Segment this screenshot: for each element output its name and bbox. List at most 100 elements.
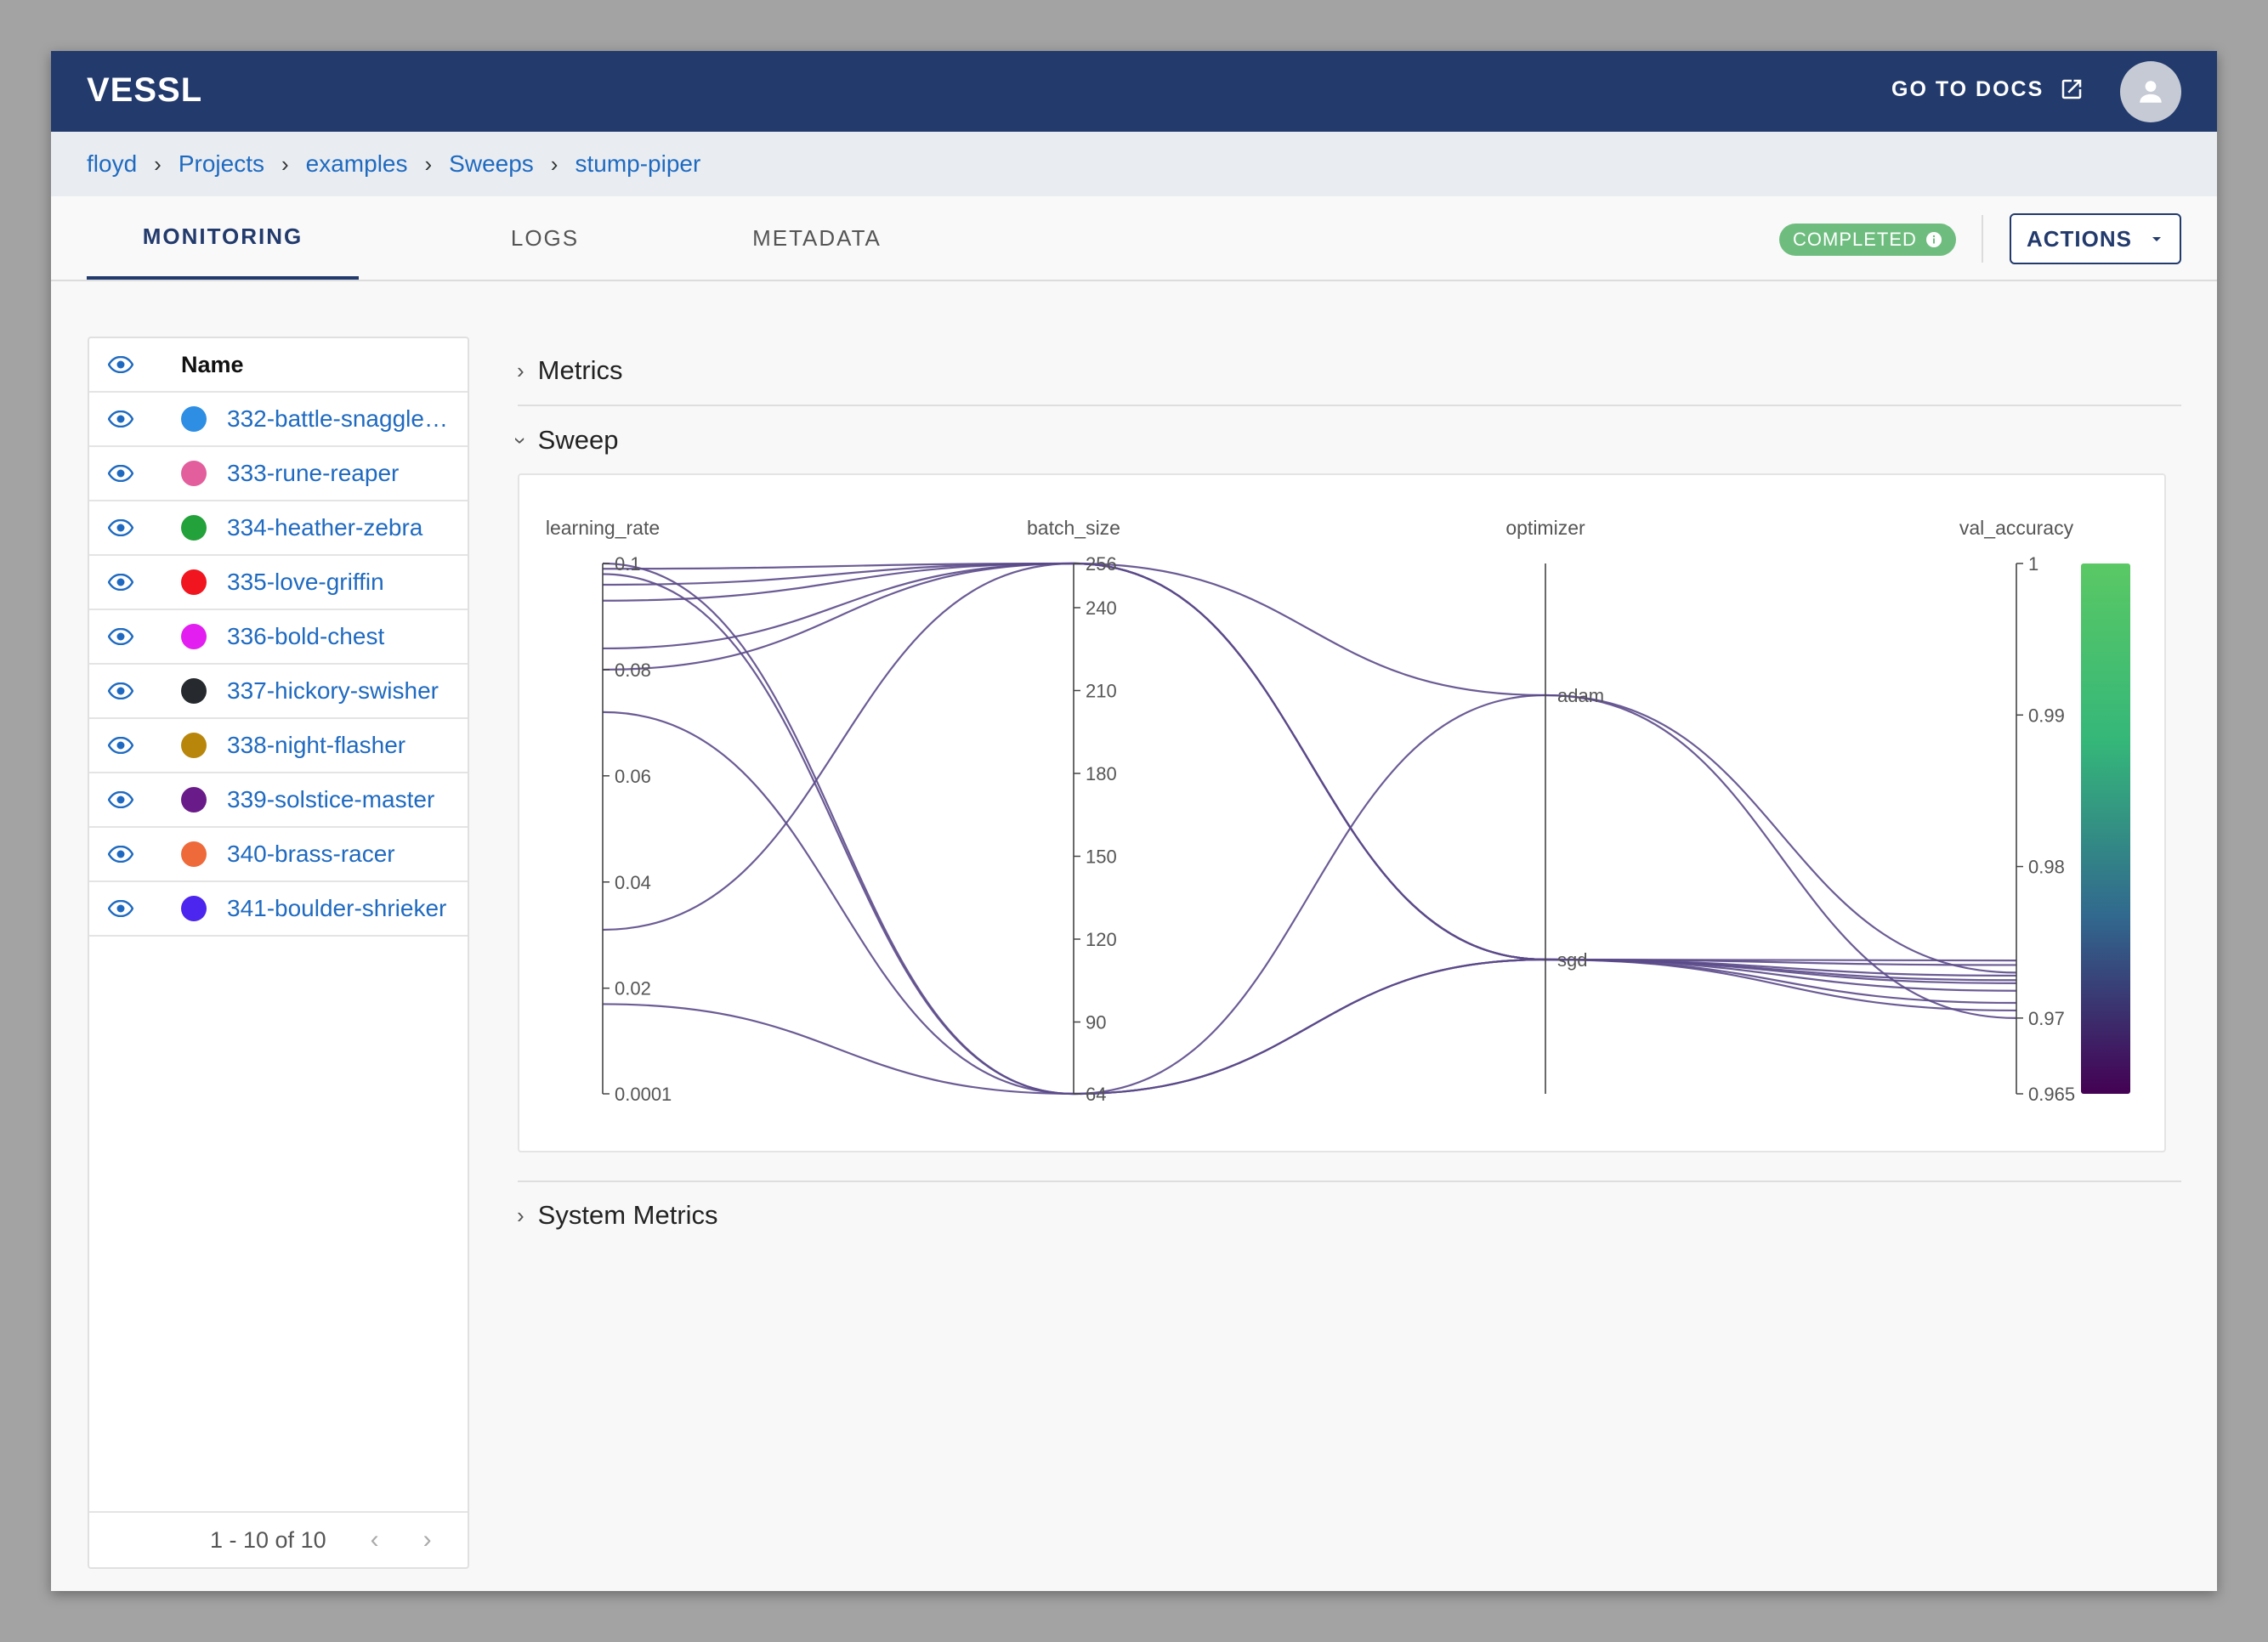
app-logo[interactable]: VESSL <box>87 71 202 110</box>
run-row[interactable]: 336-bold-chest <box>89 610 468 665</box>
run-line[interactable] <box>602 958 2017 1096</box>
run-row[interactable]: 339-solstice-master <box>89 773 468 828</box>
chevron-right-icon: › <box>517 1202 524 1228</box>
eye-icon[interactable] <box>97 410 145 427</box>
run-name-link[interactable]: 340-brass-racer <box>227 841 448 868</box>
eye-icon[interactable] <box>97 356 145 373</box>
status-label: COMPLETED <box>1793 229 1917 250</box>
run-line[interactable] <box>602 562 2017 977</box>
name-column-header[interactable]: Name <box>181 352 244 378</box>
parallel-coordinates-chart[interactable]: learning_rate 0.1 0.08 0.06 0.04 0.02 0.0001 ba… <box>519 475 2168 1154</box>
eye-icon[interactable] <box>97 791 145 808</box>
run-line[interactable] <box>602 562 2017 984</box>
top-navbar: VESSL GO TO DOCS <box>51 51 2217 132</box>
run-color-dot <box>181 461 207 486</box>
breadcrumb-bar: floyd › Projects › examples › Sweeps › s… <box>51 132 2217 197</box>
breadcrumb-projects[interactable]: Projects <box>179 150 264 178</box>
tick-label: 64 <box>1086 1084 1106 1105</box>
breadcrumb-examples[interactable]: examples <box>306 150 408 178</box>
eye-icon[interactable] <box>97 628 145 645</box>
breadcrumb-sweeps[interactable]: Sweeps <box>449 150 534 178</box>
run-row[interactable]: 333-rune-reaper <box>89 447 468 501</box>
run-name-link[interactable]: 335-love-griffin <box>227 569 448 596</box>
tick-label: 0.98 <box>2028 857 2065 878</box>
actions-dropdown[interactable]: ACTIONS <box>2010 213 2181 264</box>
breadcrumb-stump-piper[interactable]: stump-piper <box>575 150 700 178</box>
run-row[interactable]: 335-love-griffin <box>89 556 468 610</box>
person-icon <box>2140 81 2162 103</box>
chevron-right-icon: › <box>517 357 524 383</box>
run-name-link[interactable]: 338-night-flasher <box>227 732 448 759</box>
system-metrics-section-toggle[interactable]: › System Metrics <box>517 1200 718 1231</box>
breadcrumb-floyd[interactable]: floyd <box>87 150 137 178</box>
run-row[interactable]: 341-boulder-shrieker <box>89 882 468 937</box>
tab-bar: MONITORING LOGS METADATA COMPLETED ACTIO… <box>51 196 2217 281</box>
chevron-right-icon: › <box>550 150 558 177</box>
eye-icon[interactable] <box>97 465 145 482</box>
run-line[interactable] <box>602 562 2017 974</box>
run-name-link[interactable]: 336-bold-chest <box>227 623 448 650</box>
tick-label: 150 <box>1086 846 1117 868</box>
eye-icon[interactable] <box>97 900 145 917</box>
run-row[interactable]: 337-hickory-swisher <box>89 665 468 719</box>
info-icon[interactable] <box>1925 231 1942 248</box>
go-to-docs-label: GO TO DOCS <box>1891 76 2044 101</box>
next-page-icon[interactable]: › <box>423 1526 432 1554</box>
tick-label: 180 <box>1086 763 1117 784</box>
tab-logs[interactable]: LOGS <box>425 196 665 280</box>
tick-label: 0.99 <box>2028 705 2065 726</box>
run-color-dot <box>181 733 207 758</box>
user-avatar[interactable] <box>2120 61 2181 122</box>
category-label: sgd <box>1557 949 1587 971</box>
caret-down-icon <box>2152 237 2161 241</box>
run-row[interactable]: 334-heather-zebra <box>89 501 468 556</box>
run-line[interactable] <box>602 562 2017 1096</box>
sweep-chart-panel: learning_rate 0.1 0.08 0.06 0.04 0.02 0.0001 ba… <box>518 473 2166 1152</box>
run-name-link[interactable]: 333-rune-reaper <box>227 460 448 487</box>
pagination: 1 - 10 of 10 ‹ › <box>89 1511 468 1567</box>
eye-icon[interactable] <box>97 737 145 754</box>
axis-label: batch_size <box>1027 517 1120 539</box>
tick-label: 0.04 <box>615 872 651 893</box>
run-color-dot <box>181 896 207 921</box>
run-line[interactable] <box>602 573 2017 1096</box>
metrics-section-toggle[interactable]: › Metrics <box>517 355 623 386</box>
breadcrumb: floyd › Projects › examples › Sweeps › s… <box>87 132 700 196</box>
category-label: adam <box>1557 685 1604 706</box>
status-badge: COMPLETED <box>1779 224 1956 256</box>
go-to-docs-link[interactable]: GO TO DOCS <box>1891 76 2084 102</box>
prev-page-icon[interactable]: ‹ <box>371 1526 379 1554</box>
run-row[interactable]: 338-night-flasher <box>89 719 468 773</box>
run-line[interactable] <box>602 562 2017 1012</box>
tick-label: 0.08 <box>615 660 651 681</box>
eye-icon[interactable] <box>97 574 145 591</box>
divider <box>518 1181 2181 1182</box>
tick-label: 0.1 <box>615 553 641 575</box>
run-name-link[interactable]: 332-battle-snaggletooth <box>227 405 448 433</box>
tick-label: 120 <box>1086 929 1117 950</box>
tick-label: 240 <box>1086 597 1117 619</box>
run-name-link[interactable]: 334-heather-zebra <box>227 514 448 541</box>
run-name-link[interactable]: 341-boulder-shrieker <box>227 895 448 922</box>
run-row[interactable]: 340-brass-racer <box>89 828 468 882</box>
run-color-dot <box>181 624 207 649</box>
tick-label: 256 <box>1086 553 1117 575</box>
run-color-dot <box>181 678 207 704</box>
run-line[interactable] <box>602 694 2017 1096</box>
eye-icon[interactable] <box>97 846 145 863</box>
app-window: VESSL GO TO DOCS floyd › Projects › exam… <box>51 51 2217 1591</box>
eye-icon[interactable] <box>97 519 145 536</box>
tab-metadata[interactable]: METADATA <box>697 196 937 280</box>
sweep-section-toggle[interactable]: › Sweep <box>508 425 619 456</box>
chevron-right-icon: › <box>281 150 289 177</box>
tab-monitoring[interactable]: MONITORING <box>87 196 359 280</box>
run-name-link[interactable]: 339-solstice-master <box>227 786 448 813</box>
run-row[interactable]: 332-battle-snaggletooth <box>89 393 468 447</box>
pagination-text: 1 - 10 of 10 <box>210 1526 326 1553</box>
tick-label: 0.06 <box>615 766 651 787</box>
chevron-right-icon: › <box>154 150 162 177</box>
axis-label: learning_rate <box>546 517 660 539</box>
run-name-link[interactable]: 337-hickory-swisher <box>227 677 448 705</box>
eye-icon[interactable] <box>97 682 145 699</box>
actions-label: ACTIONS <box>2027 225 2132 252</box>
